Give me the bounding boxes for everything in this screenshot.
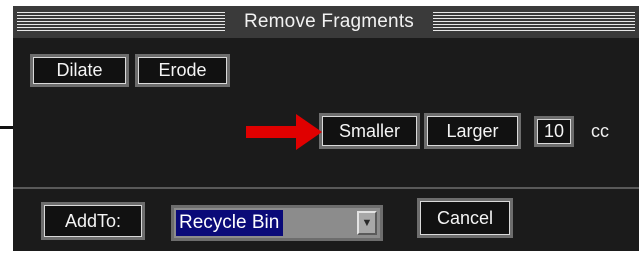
larger-button[interactable]: Larger bbox=[424, 113, 521, 149]
red-arrow-icon bbox=[246, 114, 322, 150]
size-unit-label: cc bbox=[591, 121, 609, 141]
title-bar[interactable]: Remove Fragments bbox=[13, 6, 639, 38]
window-title: Remove Fragments bbox=[243, 11, 415, 32]
chevron-down-icon[interactable]: ▼ bbox=[357, 211, 377, 235]
section-divider bbox=[13, 187, 639, 189]
bin-dropdown[interactable]: Recycle Bin ▼ bbox=[171, 205, 383, 241]
bin-selected-value: Recycle Bin bbox=[176, 210, 284, 236]
title-stripes-right bbox=[433, 12, 635, 32]
remove-fragments-window: Remove Fragments Dilate Erode Smaller La… bbox=[13, 6, 639, 251]
erode-button[interactable]: Erode bbox=[135, 54, 230, 87]
smaller-button[interactable]: Smaller bbox=[319, 113, 420, 149]
dilate-button[interactable]: Dilate bbox=[30, 54, 129, 87]
cancel-button[interactable]: Cancel bbox=[417, 198, 513, 238]
bottom-edge bbox=[13, 251, 639, 257]
addto-button[interactable]: AddTo: bbox=[41, 202, 145, 240]
size-value-field[interactable]: 10 bbox=[534, 116, 574, 147]
annotation-line bbox=[0, 126, 13, 129]
title-stripes-left bbox=[17, 12, 225, 32]
